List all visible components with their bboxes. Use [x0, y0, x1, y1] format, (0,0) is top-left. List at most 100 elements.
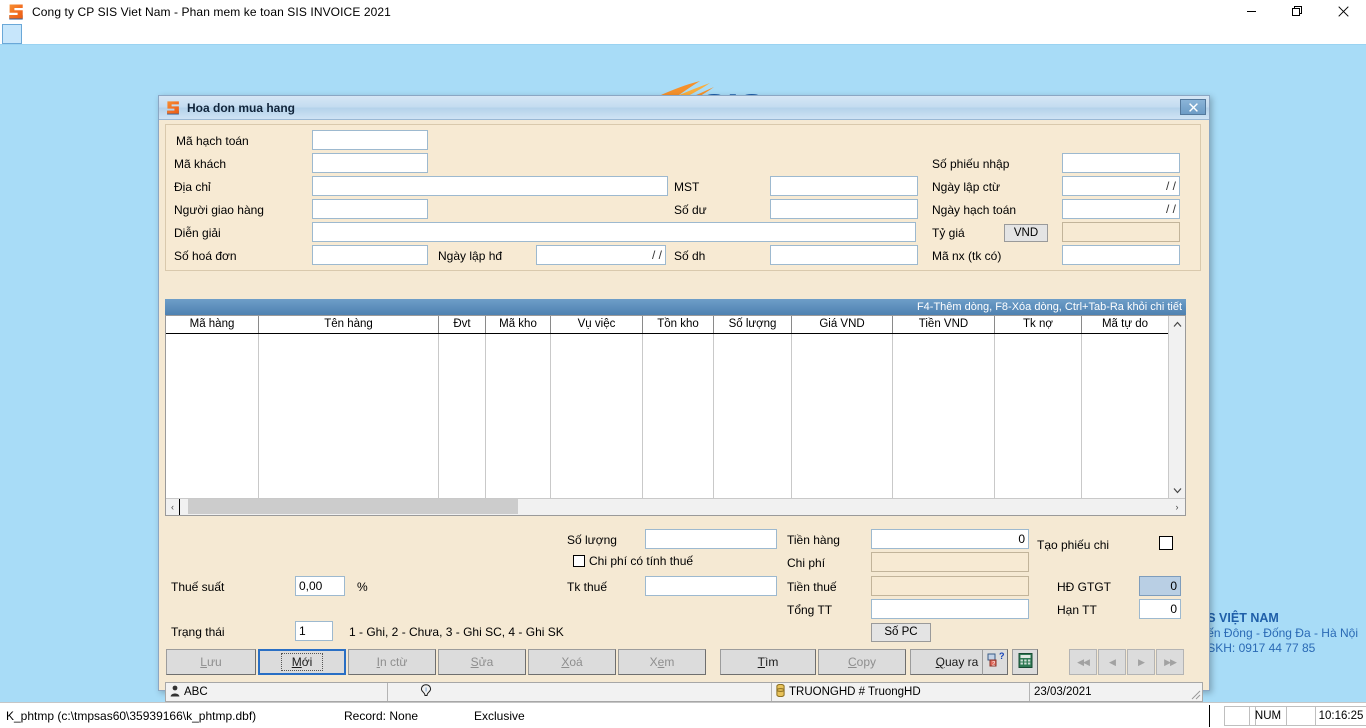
input-ngay-lap-hd[interactable]: / / [536, 245, 666, 265]
input-so-luong[interactable] [645, 529, 777, 549]
next-record-button[interactable]: ▶ [1127, 649, 1155, 675]
grid-column-header[interactable]: Đvt [439, 316, 486, 333]
input-ma-nx-tk-co[interactable] [1062, 245, 1180, 265]
help-query-button[interactable]: ? 2 [982, 649, 1008, 675]
grid-column[interactable] [439, 334, 486, 499]
info-icon: i [420, 683, 432, 701]
mdi-tab-item[interactable] [2, 24, 22, 44]
label-nguoi-giao-hang: Người giao hàng [174, 203, 264, 217]
application-window: Cong ty CP SIS Viet Nam - Phan mem ke to… [0, 0, 1366, 728]
scroll-up-icon[interactable] [1169, 316, 1185, 333]
input-trang-thai[interactable]: 1 [295, 621, 333, 641]
resize-grip-icon[interactable] [1189, 688, 1201, 700]
input-mst[interactable] [770, 176, 918, 196]
so-pc-button[interactable]: Số PC [871, 623, 931, 642]
hscroll-track[interactable] [180, 498, 1169, 516]
input-ngay-hach-toan[interactable]: / / [1062, 199, 1180, 219]
grid-column-header[interactable]: Vụ việc [551, 316, 643, 333]
maximize-button[interactable] [1274, 0, 1320, 23]
label-ma-hach-toan: Mã hạch toán [176, 134, 249, 148]
status-db-name: TRUONGHD # TruongHD [789, 686, 921, 698]
grid-column-header[interactable]: Mã hàng [166, 316, 259, 333]
input-ngay-lap-ctu[interactable]: / / [1062, 176, 1180, 196]
checkbox-chi-phi-co-tinh-thue[interactable] [573, 555, 585, 567]
window-controls [1228, 0, 1366, 23]
grid-column-header[interactable]: Mã tự do [1082, 316, 1169, 333]
input-han-tt[interactable]: 0 [1139, 599, 1181, 619]
input-so-dh[interactable] [770, 245, 918, 265]
hscroll-thumb[interactable] [188, 498, 518, 514]
tim-button[interactable]: Tìm [720, 649, 816, 675]
input-nguoi-giao-hang[interactable] [312, 199, 428, 219]
checkbox-tao-phieu-chi[interactable] [1159, 536, 1173, 550]
line-items-grid[interactable]: Mã hàng Tên hàng Đvt Mã kho Vụ việc Tồn kho Số… [165, 315, 1186, 516]
dialog-titlebar[interactable]: Hoa don mua hang [159, 96, 1209, 120]
grid-column[interactable] [643, 334, 714, 499]
button-label: Lưu [200, 655, 222, 669]
button-label: Tìm [757, 655, 779, 669]
label-trang-thai: Trạng thái [171, 625, 225, 639]
input-dien-giai[interactable] [312, 222, 916, 242]
scroll-down-icon[interactable] [1169, 482, 1185, 499]
input-dia-chi[interactable] [312, 176, 668, 196]
calculator-button[interactable] [1012, 649, 1038, 675]
label-so-hoa-don: Số hoá đơn [174, 249, 237, 263]
input-so-hoa-don[interactable] [312, 245, 428, 265]
status-user-name: ABC [184, 686, 208, 698]
grid-column[interactable] [1082, 334, 1169, 499]
last-record-button[interactable]: ▶▶ [1156, 649, 1184, 675]
sis-logo-icon [8, 4, 24, 20]
label-tk-thue: Tk thuế [567, 580, 608, 594]
status-user-cell: ABC [166, 683, 388, 701]
minimize-button[interactable] [1228, 0, 1274, 23]
brand-company-block: S VIỆT NAM ến Đông - Đống Đa - Hà Nội SK… [1207, 610, 1358, 656]
grid-column[interactable] [259, 334, 439, 499]
label-so-du: Số dư [674, 203, 707, 217]
dialog-close-button[interactable] [1180, 99, 1206, 115]
grid-column-header[interactable]: Mã kho [486, 316, 551, 333]
prev-record-button[interactable]: ◀ [1098, 649, 1126, 675]
currency-button[interactable]: VND [1004, 224, 1048, 242]
grid-column[interactable] [551, 334, 643, 499]
purchase-invoice-dialog: Hoa don mua hang Mã hạch toán Mã khách Đ… [158, 95, 1210, 702]
status-separator [1209, 705, 1210, 727]
first-record-button[interactable]: ◀◀ [1069, 649, 1097, 675]
brand-company-name: S VIỆT NAM [1207, 611, 1279, 625]
grid-column-header[interactable]: Tiền VND [893, 316, 995, 333]
label-so-dh: Số dh [674, 249, 706, 263]
dialog-body: Mã hạch toán Mã khách Địa chỉ Người giao… [159, 120, 1209, 702]
label-so-phieu-nhap: Số phiếu nhập [932, 157, 1010, 171]
grid-vertical-scrollbar[interactable] [1168, 316, 1185, 499]
label-thue-suat: Thuế suất [171, 580, 225, 594]
grid-column[interactable] [166, 334, 259, 499]
grid-column[interactable] [486, 334, 551, 499]
input-ma-hach-toan[interactable] [312, 130, 428, 150]
input-ma-khach[interactable] [312, 153, 428, 173]
grid-column-header[interactable]: Tồn kho [643, 316, 714, 333]
label-ngay-lap-hd: Ngày lập hđ [438, 249, 503, 263]
grid-column-header[interactable]: Số lượng [714, 316, 792, 333]
scroll-right-icon[interactable]: › [1169, 499, 1185, 516]
grid-column[interactable] [995, 334, 1082, 499]
grid-horizontal-scrollbar[interactable]: ‹ › [166, 498, 1185, 515]
copy-button: Copy [818, 649, 906, 675]
grid-column[interactable] [714, 334, 792, 499]
input-so-du[interactable] [770, 199, 918, 219]
status-mode: Exclusive [474, 709, 525, 723]
grid-column[interactable] [893, 334, 995, 499]
input-so-phieu-nhap[interactable] [1062, 153, 1180, 173]
grid-column-header[interactable]: Tên hàng [259, 316, 439, 333]
grid-column[interactable] [792, 334, 893, 499]
grid-column-header[interactable]: Giá VND [792, 316, 893, 333]
input-thue-suat[interactable]: 0,00 [295, 576, 345, 596]
status-table-path: K_phtmp (c:\tmpsas60\35939166\k_phtmp.db… [6, 709, 257, 723]
svg-text:i: i [425, 687, 426, 693]
grid-column-header[interactable]: Tk nợ [995, 316, 1082, 333]
input-tk-thue[interactable] [645, 576, 777, 596]
grid-body[interactable] [166, 334, 1169, 499]
close-button[interactable] [1320, 0, 1366, 23]
scroll-left-icon[interactable]: ‹ [166, 498, 180, 515]
moi-button[interactable]: Mới [258, 649, 346, 675]
input-chi-phi [871, 552, 1029, 572]
mdi-tabstrip [0, 23, 1366, 45]
